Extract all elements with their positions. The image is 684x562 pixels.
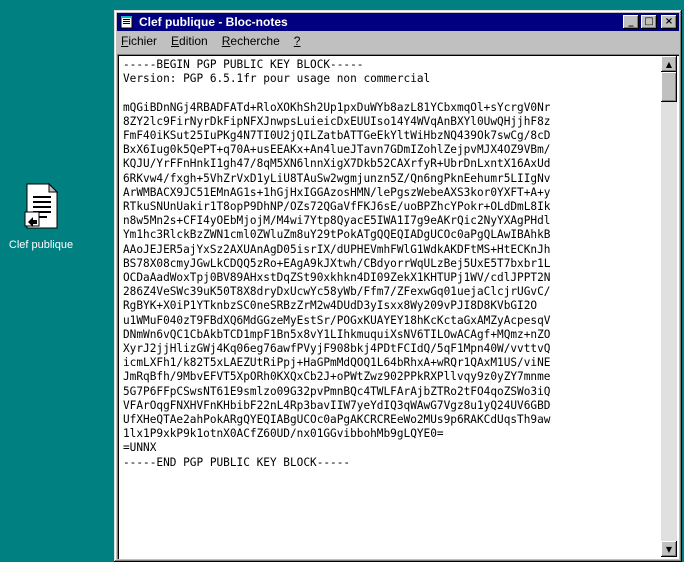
arrow-down-icon: ▼ (665, 544, 673, 554)
notepad-document-icon (24, 182, 59, 229)
desktop-icon-clef-publique[interactable]: Clef publique (4, 182, 78, 251)
close-button[interactable]: × (661, 15, 677, 29)
scroll-up-button[interactable]: ▲ (661, 56, 677, 72)
document-text[interactable]: -----BEGIN PGP PUBLIC KEY BLOCK----- Ver… (123, 58, 657, 555)
vertical-scrollbar[interactable]: ▲ ▼ (661, 56, 677, 557)
menu-fichier[interactable]: Fichier (121, 34, 157, 48)
notepad-app-icon[interactable] (119, 15, 135, 29)
title-bar[interactable]: Clef publique - Bloc-notes _ □ × (117, 13, 679, 31)
minimize-icon: _ (628, 16, 634, 27)
window-title: Clef publique - Bloc-notes (139, 15, 288, 29)
menu-help[interactable]: ? (294, 34, 301, 48)
maximize-icon: □ (644, 16, 654, 27)
text-editor[interactable]: -----BEGIN PGP PUBLIC KEY BLOCK----- Ver… (117, 54, 679, 559)
close-icon: × (664, 16, 674, 27)
arrow-up-icon: ▲ (665, 59, 673, 69)
minimize-button[interactable]: _ (623, 15, 639, 29)
desktop-icon-label: Clef publique (8, 239, 74, 251)
menu-recherche[interactable]: Recherche (222, 34, 280, 48)
maximize-button[interactable]: □ (641, 15, 657, 29)
menu-edition[interactable]: Edition (171, 34, 208, 48)
scroll-down-button[interactable]: ▼ (661, 541, 677, 557)
scroll-thumb[interactable] (661, 72, 677, 102)
notepad-window: Clef publique - Bloc-notes _ □ × Fichier… (114, 10, 682, 562)
menu-bar: Fichier Edition Recherche ? (117, 31, 679, 51)
